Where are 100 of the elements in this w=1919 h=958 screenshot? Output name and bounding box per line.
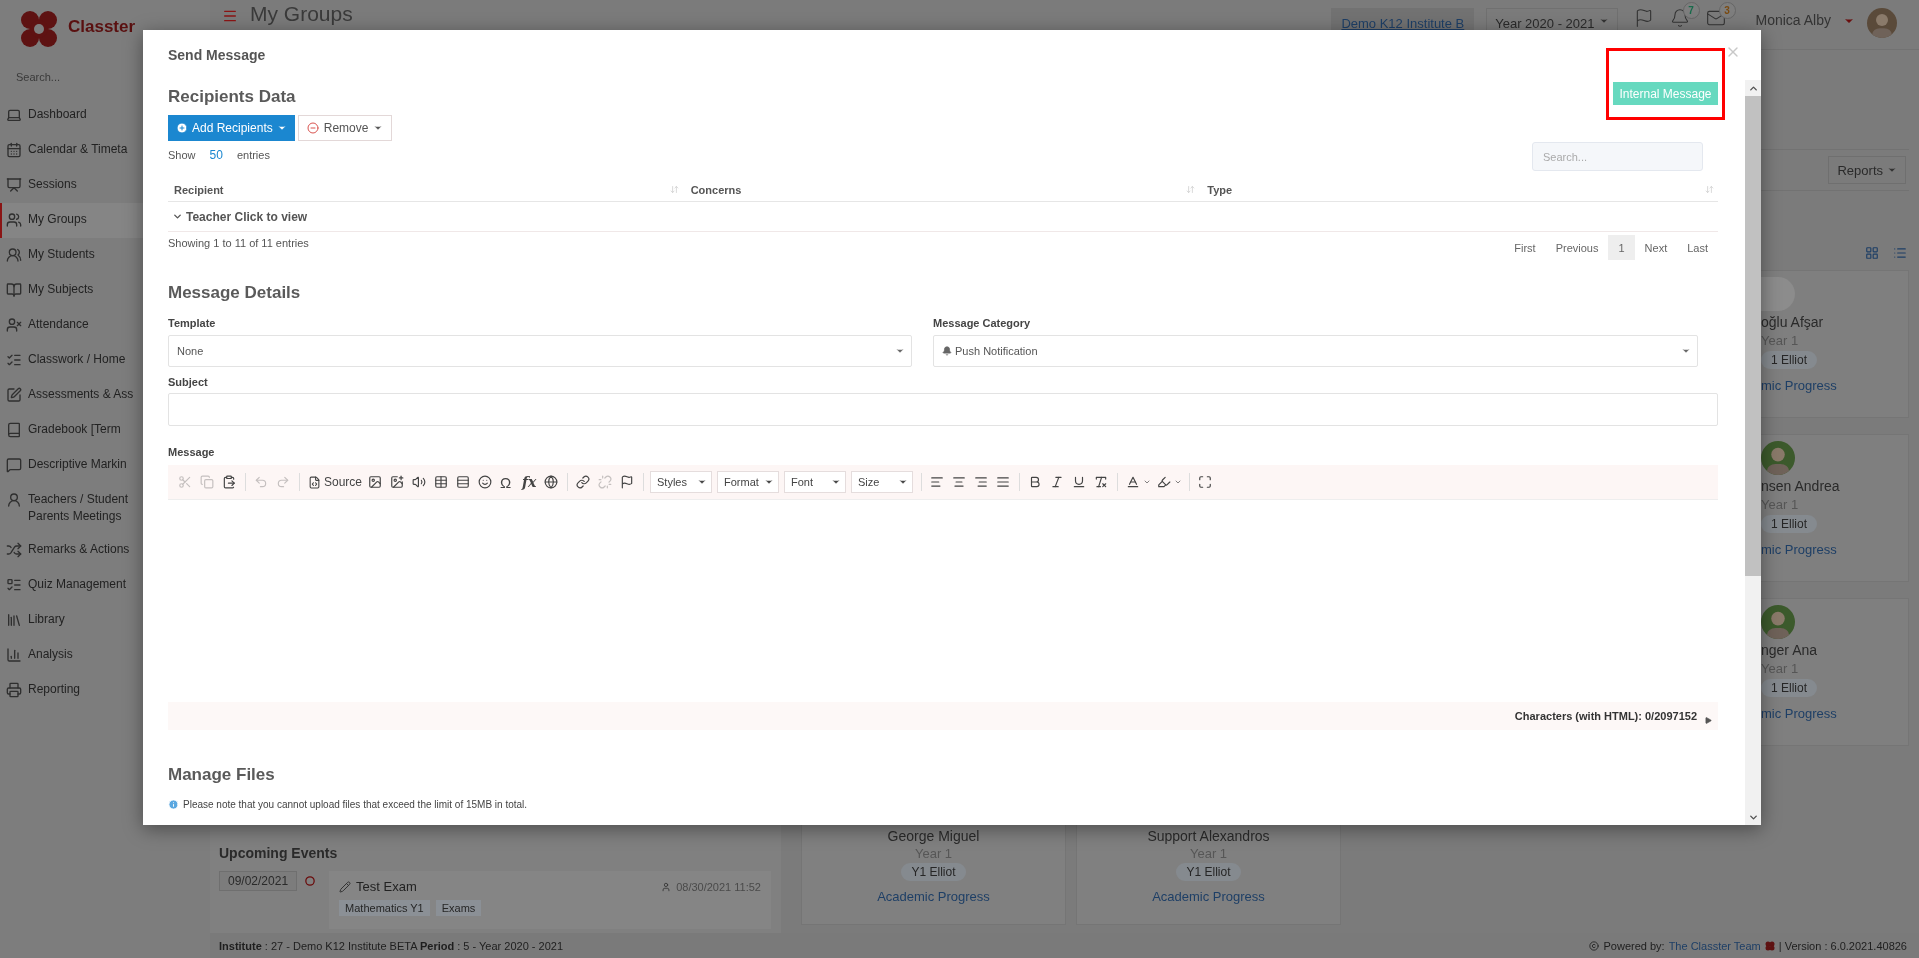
- nav-item[interactable]: Remarks & Actions: [0, 533, 210, 568]
- bell-icon: [942, 346, 952, 356]
- student-name: nsen Andrea: [1761, 478, 1840, 494]
- add-recipients-button[interactable]: Add Recipients: [168, 115, 295, 141]
- dialog-title: Send Message: [168, 46, 267, 64]
- field-label: Message: [168, 445, 216, 459]
- progress-link[interactable]: mic Progress: [1761, 378, 1837, 393]
- italic-icon: [1050, 475, 1065, 489]
- justify-icon: [996, 475, 1011, 489]
- globe-icon: [544, 475, 559, 489]
- page-link[interactable]: 1: [1608, 235, 1635, 260]
- progress-link[interactable]: Academic Progress: [877, 889, 990, 904]
- formula-button[interactable]: fx: [520, 471, 541, 493]
- class-tag: 1 Elliot: [1761, 679, 1818, 697]
- link-icon: [576, 475, 591, 489]
- page-link[interactable]: Previous: [1545, 235, 1609, 260]
- smiley-icon: [478, 475, 493, 489]
- sort-icon: [1705, 185, 1714, 194]
- toolbar-dropdown[interactable]: Font: [784, 471, 847, 493]
- reports-button[interactable]: Reports: [1828, 156, 1906, 184]
- image-icon: [390, 475, 405, 489]
- logo-text: Classter: [68, 17, 136, 37]
- character-counter: Characters (with HTML): 0/2097152: [1514, 710, 1697, 722]
- category-select[interactable]: Push Notification: [933, 335, 1698, 367]
- powered-by-text: Powered by:: [1603, 939, 1665, 952]
- special-char-button[interactable]: Ω: [498, 471, 519, 493]
- user-avatar: [1867, 8, 1897, 38]
- envelope-icon[interactable]: [1705, 8, 1726, 28]
- scrollbar[interactable]: [1745, 80, 1761, 825]
- laptop-icon: [6, 107, 22, 123]
- show-label: Show: [168, 148, 196, 163]
- group-row[interactable]: Teacher Click to view: [168, 202, 1718, 232]
- checklist-icon: [6, 352, 22, 368]
- event-card[interactable]: Test Exam 08/30/2021 11:52 Mathematics Y1 Exams: [329, 871, 771, 929]
- toolbar-dropdown[interactable]: Size: [851, 471, 914, 493]
- chevron-icon: [172, 211, 183, 222]
- sort-icon: [669, 185, 679, 194]
- nav-item[interactable]: Quiz Management: [0, 568, 210, 603]
- field-label: Message Category: [933, 316, 1032, 330]
- column-header[interactable]: Concerns: [684, 178, 1202, 201]
- users-icon: [6, 212, 22, 228]
- page-link[interactable]: Last: [1677, 235, 1718, 260]
- subject-field[interactable]: [168, 393, 1718, 426]
- column-header[interactable]: Type: [1201, 178, 1718, 201]
- event-time: 08/30/2021 11:52: [676, 880, 761, 893]
- upload-note: Please note that you cannot upload files that exceed the limit of 15MB in total.: [183, 799, 528, 810]
- toolbar-dropdown[interactable]: Styles: [650, 471, 713, 493]
- remove-button[interactable]: Remove: [297, 115, 393, 141]
- table-icon: [434, 475, 449, 489]
- team-link[interactable]: The Classter Team: [1668, 939, 1761, 952]
- menu-icon[interactable]: [222, 8, 238, 24]
- caret-icon: [898, 477, 909, 487]
- cut-icon: [178, 475, 192, 489]
- page-link[interactable]: First: [1504, 235, 1546, 260]
- unlink-icon: [598, 475, 613, 489]
- resize-handle-icon[interactable]: [1705, 716, 1712, 724]
- page-size-select[interactable]: 50: [205, 147, 227, 163]
- search-field[interactable]: Search...: [1532, 142, 1703, 171]
- grid-view-icon[interactable]: [1865, 246, 1879, 260]
- progress-link[interactable]: mic Progress: [1761, 542, 1837, 557]
- column-header[interactable]: Recipient: [168, 178, 685, 201]
- class-tag: 1 Elliot: [1761, 515, 1818, 533]
- student-name: George Miguel: [887, 828, 980, 844]
- section-heading: Manage Files: [168, 764, 276, 786]
- nav-item[interactable]: Library: [0, 603, 210, 638]
- field-label: Template: [168, 316, 217, 330]
- caret-icon: [1681, 346, 1691, 356]
- page-link[interactable]: Next: [1634, 235, 1678, 260]
- source-button[interactable]: Source: [306, 471, 365, 493]
- event-tag: Exams: [435, 900, 482, 916]
- template-select[interactable]: None: [168, 335, 912, 367]
- entries-label: entries: [236, 148, 270, 163]
- event-title: Test Exam: [356, 879, 417, 894]
- library-icon: [6, 612, 22, 628]
- class-tag: 1 Elliot: [1761, 351, 1818, 369]
- image-icon: [368, 475, 383, 489]
- user-name[interactable]: Monica Alby: [1755, 12, 1831, 28]
- flag-icon: [620, 475, 635, 489]
- events-title: Upcoming Events: [219, 845, 339, 861]
- user-icon: [661, 881, 672, 892]
- logo-icon: [18, 8, 60, 50]
- nav-item[interactable]: Teachers / Student Parents Meetings: [0, 483, 210, 533]
- book-icon: [6, 282, 22, 298]
- bell-icon[interactable]: [1669, 8, 1690, 28]
- page-title: My Groups: [250, 2, 353, 26]
- pencil-icon: [339, 880, 352, 893]
- caret-icon: [764, 477, 775, 487]
- notification-badge: 7: [1682, 2, 1700, 19]
- align-left-icon: [930, 475, 945, 489]
- message-badge: 3: [1718, 2, 1736, 19]
- caret-icon: [831, 477, 842, 487]
- toolbar-dropdown[interactable]: Format: [717, 471, 780, 493]
- nav-item[interactable]: Analysis: [0, 638, 210, 673]
- nav-item[interactable]: Gradebook [Term: [0, 413, 210, 448]
- presentation-icon: [6, 177, 22, 193]
- event-tag: Mathematics Y1: [339, 900, 430, 916]
- progress-link[interactable]: mic Progress: [1761, 706, 1837, 721]
- nav-item[interactable]: Reporting: [0, 673, 210, 708]
- class-tag: Y1 Elliot: [901, 863, 966, 881]
- progress-link[interactable]: Academic Progress: [1152, 889, 1265, 904]
